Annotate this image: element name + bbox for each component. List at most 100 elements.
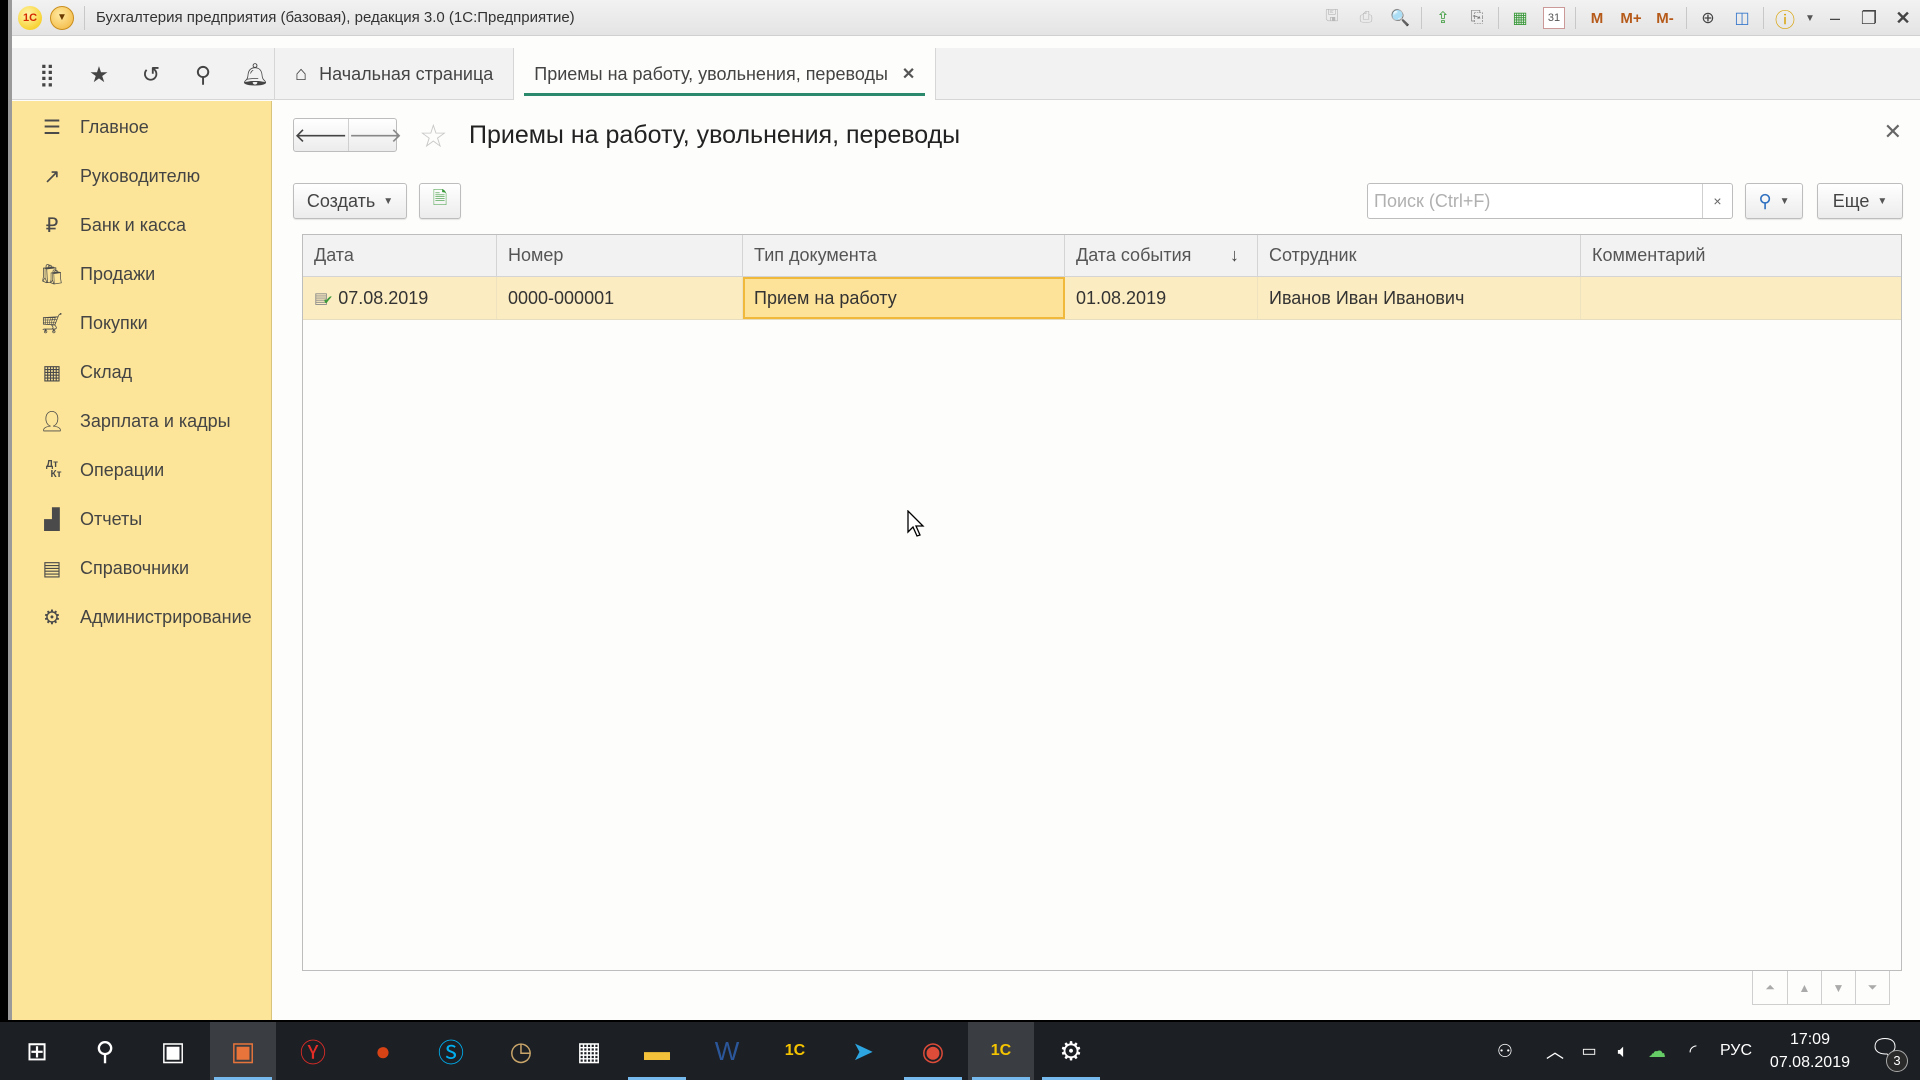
apps-grid-icon[interactable]: ⣿ <box>32 60 62 90</box>
sidebar-item-bank[interactable]: ₽ Банк и касса <box>12 205 272 245</box>
scroll-down-icon[interactable]: ▼ <box>1821 971 1855 1004</box>
windows-start-icon[interactable]: ⊞ <box>4 1022 70 1080</box>
sidebar-item-reports[interactable]: ▟ Отчеты <box>12 499 272 539</box>
info-icon[interactable]: ⓘ <box>1768 4 1802 32</box>
close-form-icon[interactable]: ✕ <box>1884 119 1902 145</box>
tab-label: Начальная страница <box>319 63 494 84</box>
zoom-icon[interactable]: ⊕ <box>1691 4 1725 32</box>
sidebar-item-salary-hr[interactable]: 👤︎ Зарплата и кадры <box>12 401 272 441</box>
memory-m-button[interactable]: M <box>1580 4 1614 32</box>
onedrive-sync-icon[interactable]: ☁ <box>1642 1022 1672 1080</box>
taskbar-chrome-icon[interactable]: ◉ <box>900 1022 966 1080</box>
taskbar-1c-icon[interactable]: 1С <box>762 1022 828 1080</box>
taskbar-1c-active-icon[interactable]: 1С <box>968 1022 1034 1080</box>
clear-search-button[interactable]: × <box>1702 184 1732 218</box>
upload-icon[interactable]: ⇪ <box>1426 4 1460 32</box>
memory-m-minus-button[interactable]: M- <box>1648 4 1682 32</box>
divider <box>1498 7 1499 29</box>
notifications-bell-icon[interactable]: 🔔︎ <box>240 60 270 90</box>
create-copy-button[interactable]: 🗎 <box>419 183 461 219</box>
forward-arrow-icon[interactable]: 🡒 <box>347 119 402 151</box>
scroll-last-icon[interactable]: ⏷ <box>1855 971 1889 1004</box>
column-header-number[interactable]: Номер <box>497 235 743 276</box>
panels-icon[interactable]: ◫ <box>1725 4 1759 32</box>
sidebar-item-administration[interactable]: ⚙ Администрирование <box>12 597 272 637</box>
more-button[interactable]: Еще ▼ <box>1817 183 1903 219</box>
create-button[interactable]: Создать ▼ <box>293 183 407 219</box>
bar-chart-icon: ▟ <box>44 508 60 531</box>
action-center-icon[interactable]: 🗨︎ 3 <box>1870 1034 1908 1072</box>
volume-icon[interactable]: 🔈︎ <box>1608 1022 1638 1080</box>
download-icon[interactable]: ⎘ <box>1460 4 1494 32</box>
column-header-doc-type[interactable]: Тип документа <box>743 235 1065 276</box>
sidebar-item-catalogs[interactable]: ▤ Справочники <box>12 548 272 588</box>
new-document-icon: 🗎 <box>432 188 448 208</box>
info-dropdown-icon[interactable]: ▼ <box>1802 4 1818 32</box>
language-indicator[interactable]: РУС <box>1716 1022 1756 1080</box>
cell-number[interactable]: 0000-000001 <box>497 277 743 319</box>
column-header-comment[interactable]: Комментарий <box>1581 235 1901 276</box>
cell-date[interactable]: ▤ ✔ 07.08.2019 <box>303 277 497 319</box>
tab-hires-dismissals-transfers[interactable]: Приемы на работу, увольнения, переводы ✕ <box>513 48 937 100</box>
column-header-date[interactable]: Дата <box>303 235 497 276</box>
print-icon[interactable]: ⎙ <box>1349 4 1383 32</box>
back-arrow-icon[interactable]: 🡐 <box>294 119 348 151</box>
sidebar-item-purchases[interactable]: 🛒︎ Покупки <box>12 303 272 343</box>
sidebar-item-main[interactable]: ☰ Главное <box>12 107 272 147</box>
sidebar-item-label: Руководителю <box>80 165 201 186</box>
search-icon[interactable]: ⚲ <box>188 60 218 90</box>
tab-home[interactable]: ⌂ Начальная страница <box>274 48 513 100</box>
minimize-button[interactable]: – <box>1818 4 1852 32</box>
wifi-icon[interactable]: ◜ <box>1678 1022 1708 1080</box>
preview-icon[interactable]: 🔍 <box>1383 4 1417 32</box>
sidebar-item-warehouse[interactable]: ▦ Склад <box>12 352 272 392</box>
cell-event-date[interactable]: 01.08.2019 <box>1065 277 1258 319</box>
clock[interactable]: 17:09 07.08.2019 <box>1770 1028 1850 1074</box>
1c-logo-icon[interactable]: 1С <box>18 6 42 30</box>
close-tab-icon[interactable]: ✕ <box>902 64 915 84</box>
sidebar-item-label: Справочники <box>80 557 190 578</box>
taskbar-search-icon[interactable]: ⚲ <box>72 1022 138 1080</box>
history-icon[interactable]: ↺ <box>136 60 166 90</box>
tray-overflow-chevron-icon[interactable]: ︿ <box>1542 1022 1568 1080</box>
taskbar-presentation-app-icon[interactable]: ▣ <box>210 1022 276 1080</box>
taskbar-skype-icon[interactable]: Ⓢ <box>418 1022 484 1080</box>
column-header-event-date[interactable]: Дата события ↓ <box>1065 235 1258 276</box>
taskbar-telegram-icon[interactable]: ➤ <box>830 1022 896 1080</box>
people-icon[interactable]: ⚇ <box>1490 1022 1520 1080</box>
search-options-button[interactable]: ⚲ ▼ <box>1745 183 1803 219</box>
save-icon[interactable]: 🖫 <box>1315 4 1349 32</box>
sidebar-item-manager[interactable]: ↗ Руководителю <box>12 156 272 196</box>
taskbar-apple-app-icon[interactable]: ● <box>350 1022 416 1080</box>
cart-icon: 🛒︎ <box>39 312 65 335</box>
cell-doc-type[interactable]: Прием на работу <box>743 277 1065 319</box>
table-row[interactable]: ▤ ✔ 07.08.2019 0000-000001 Прием на работ… <box>303 277 1901 320</box>
search-input[interactable] <box>1368 184 1702 218</box>
cell-employee[interactable]: Иванов Иван Иванович <box>1258 277 1581 319</box>
sidebar-item-label: Операции <box>80 459 165 480</box>
calendar-icon[interactable]: 31 <box>1543 7 1565 29</box>
sidebar-item-operations[interactable]: Дт Кт Операции <box>12 450 272 490</box>
cell-comment[interactable] <box>1581 277 1901 319</box>
calculator-icon[interactable]: ▦ <box>1503 4 1537 32</box>
add-to-favorites-star-icon[interactable]: ☆ <box>419 117 448 155</box>
taskbar-word-icon[interactable]: W <box>694 1022 760 1080</box>
sidebar-item-sales[interactable]: 🛍︎ Продажи <box>12 254 272 294</box>
taskbar-settings-icon[interactable]: ⚙ <box>1038 1022 1104 1080</box>
close-window-button[interactable]: ✕ <box>1886 4 1920 32</box>
scroll-up-icon[interactable]: ▲ <box>1787 971 1821 1004</box>
taskbar-file-explorer-icon[interactable]: ▬ <box>624 1022 690 1080</box>
memory-m-plus-button[interactable]: M+ <box>1614 4 1648 32</box>
column-header-employee[interactable]: Сотрудник <box>1258 235 1581 276</box>
warehouse-icon: ▦ <box>42 361 62 384</box>
main-menu-chevron-icon[interactable]: ▼ <box>50 6 74 30</box>
list-scroll-nav: ⏶ ▲ ▼ ⏷ <box>1752 971 1890 1005</box>
battery-icon[interactable]: ▭ <box>1574 1022 1604 1080</box>
taskbar-clock-app-icon[interactable]: ◷ <box>488 1022 554 1080</box>
scroll-first-icon[interactable]: ⏶ <box>1753 971 1787 1004</box>
restore-button[interactable]: ❐ <box>1852 4 1886 32</box>
favorites-star-icon[interactable]: ★ <box>84 60 114 90</box>
taskbar-yandex-browser-icon[interactable]: Ⓨ <box>280 1022 346 1080</box>
taskbar-calculator-icon[interactable]: ▦ <box>556 1022 622 1080</box>
task-view-icon[interactable]: ▣ <box>140 1022 206 1080</box>
